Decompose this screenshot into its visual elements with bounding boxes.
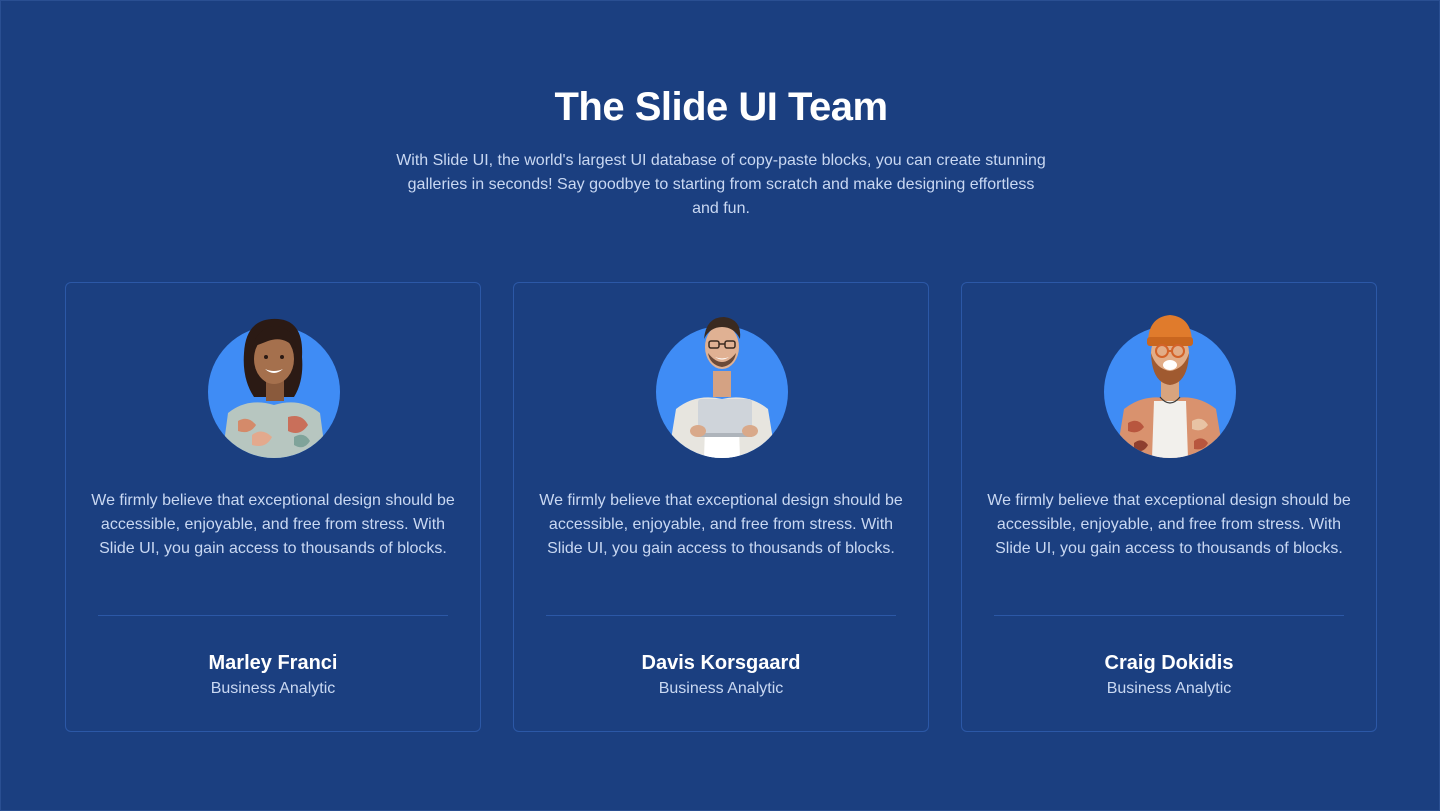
testimonial-text: We firmly believe that exceptional desig… <box>539 492 903 557</box>
divider <box>546 615 896 616</box>
team-section: The Slide UI Team With Slide UI, the wor… <box>0 0 1440 811</box>
section-title: The Slide UI Team <box>554 85 888 129</box>
divider <box>98 615 448 616</box>
member-role: Business Analytic <box>658 680 784 697</box>
team-card: We firmly believe that exceptional desig… <box>961 282 1377 732</box>
testimonial-text: We firmly believe that exceptional desig… <box>91 492 455 557</box>
section-subtitle: With Slide UI, the world's largest UI da… <box>396 152 1046 217</box>
divider <box>994 615 1344 616</box>
avatar-photo-man-laptop <box>656 317 788 458</box>
avatar <box>1104 313 1236 458</box>
avatar <box>208 313 340 458</box>
member-name: Davis Korsgaard <box>641 652 801 674</box>
member-name: Craig Dokidis <box>1104 652 1234 674</box>
member-role: Business Analytic <box>1106 680 1232 697</box>
testimonial-text: We firmly believe that exceptional desig… <box>987 492 1351 557</box>
team-card: We firmly believe that exceptional desig… <box>513 282 929 732</box>
avatar-photo-man-beanie <box>1104 315 1236 458</box>
member-role: Business Analytic <box>210 680 336 697</box>
member-name: Marley Franci <box>208 652 338 674</box>
section-header: The Slide UI Team With Slide UI, the wor… <box>1 79 1440 221</box>
avatar <box>656 313 788 458</box>
avatar-photo-woman <box>208 318 340 458</box>
team-cards: We firmly believe that exceptional desig… <box>65 282 1377 732</box>
team-card: We firmly believe that exceptional desig… <box>65 282 481 732</box>
